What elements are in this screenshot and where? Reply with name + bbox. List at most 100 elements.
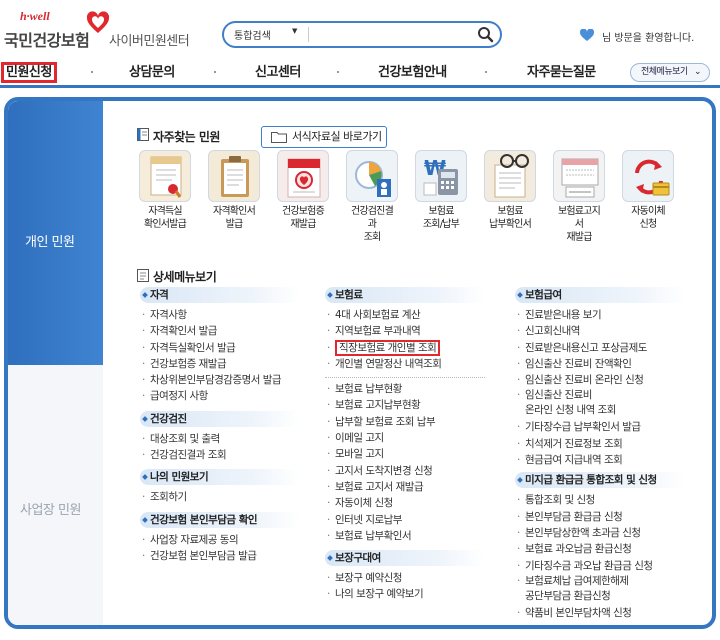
menu-link[interactable]: 자격사항 <box>140 307 300 323</box>
menu-link[interactable]: 진료받은내용신고 포상금제도 <box>515 340 685 356</box>
favorite-item[interactable]: 자격확인서 발급 <box>208 150 260 231</box>
menu-link[interactable]: 대상조회 및 출력 <box>140 431 300 447</box>
folder-icon <box>271 132 287 143</box>
form-library-button[interactable]: 서식자료실 바로가기 <box>261 126 387 148</box>
menu-link[interactable]: 개인별 연말정산 내역조회 <box>325 356 485 372</box>
favorite-item[interactable]: ₩ 보험료 조회/납부 <box>415 150 467 231</box>
menu-link[interactable]: 4대 사회보험료 계산 <box>325 307 485 323</box>
category-qualification[interactable]: 자격 <box>140 287 300 303</box>
main-navigation: 민원신청 상담문의 신고센터 건강보험안내 자주묻는질문 전체메뉴보기 ⌄ <box>0 58 720 88</box>
heart-logo-icon[interactable] <box>86 11 110 35</box>
document-icon <box>137 269 149 282</box>
insurance-card-icon <box>277 150 329 202</box>
main-content: 자주찾는 민원 서식자료실 바로가기 자격득실 확인서발급 자격확인서 발급 건… <box>103 101 712 625</box>
menu-link-highlighted[interactable]: 직장보험료 개인별 조회 <box>325 339 485 356</box>
menu-link[interactable]: 보험료 고지서 재발급 <box>325 479 485 495</box>
menu-link[interactable]: 진료받은내용 보기 <box>515 307 685 323</box>
category-device-rental[interactable]: 보장구대여 <box>325 550 485 567</box>
logo-title[interactable]: 국민건강보험 <box>4 27 90 51</box>
tab-business-civil[interactable]: 사업장 민원 <box>8 365 103 625</box>
menu-link[interactable]: 나의 보장구 예약보기 <box>325 586 485 602</box>
chevron-down-icon: ⌄ <box>693 67 702 77</box>
menu-link[interactable]: 보험료 납부현황 <box>325 381 485 397</box>
nav-item-consultation[interactable]: 상담문의 <box>129 62 175 83</box>
menu-link[interactable]: 약품비 본인부담차액 신청 <box>515 605 685 621</box>
menu-link[interactable]: 사업장 자료제공 동의 <box>140 532 300 548</box>
category-copay[interactable]: 건강보험 본인부담금 확인 <box>140 511 300 528</box>
bill-notice-icon <box>553 150 605 202</box>
menu-link[interactable]: 건강보험증 재발급 <box>140 356 300 372</box>
menu-link[interactable]: 본인부담금 환급금 신청 <box>515 509 685 525</box>
welcome-message: 님 방문을 환영합니다. <box>602 33 695 44</box>
menu-link[interactable]: 본인부담상한액 초과금 신청 <box>515 525 685 541</box>
favorite-item[interactable]: 보험료고지 서 재발급 <box>553 150 605 244</box>
logo-hwell-text[interactable]: h·well <box>20 9 50 24</box>
chevron-down-icon[interactable]: ▼ <box>292 27 297 35</box>
search-divider <box>308 27 309 42</box>
search-scope-select[interactable]: 통합검색 <box>234 27 271 42</box>
favorite-item[interactable]: 자동이체 신청 <box>622 150 674 231</box>
nav-item-report-center[interactable]: 신고센터 <box>255 62 301 83</box>
document-icon <box>137 128 149 141</box>
menu-link[interactable]: 현금급여 지급내역 조회 <box>515 452 685 468</box>
menu-link[interactable]: 보험료체납 급여제한해제 공단부담금 환급신청 <box>515 574 685 605</box>
menu-link[interactable]: 임신출산 진료비 온라인 신청 내역 조회 <box>515 388 685 419</box>
menu-link[interactable]: 지역보험료 부과내역 <box>325 323 485 339</box>
auto-transfer-icon <box>622 150 674 202</box>
favorite-item-label: 보험료고지 서 재발급 <box>557 206 601 243</box>
favorite-item[interactable]: 건강검진결 과 조회 <box>346 150 398 244</box>
category-premium[interactable]: 보험료 <box>325 287 485 303</box>
menu-link[interactable]: 자격득실확인서 발급 <box>140 340 300 356</box>
menu-link[interactable]: 건강보험 본인부담금 발급 <box>140 548 300 564</box>
all-menu-label: 전체메뉴보기 <box>641 67 688 77</box>
tab-personal-label: 개인 민원 <box>25 235 75 250</box>
menu-link[interactable]: 통합조회 및 신청 <box>515 492 685 508</box>
menu-link[interactable]: 기타장수급 납부확인서 발급 <box>515 419 685 435</box>
nav-item-insurance-guide[interactable]: 건강보험안내 <box>378 62 447 83</box>
nav-separator <box>485 71 487 73</box>
menu-link[interactable]: 차상위본인부담경감증명서 발급 <box>140 372 300 388</box>
favorites-title: 자주찾는 민원 <box>153 130 220 144</box>
search-bar: 통합검색 ▼ <box>222 21 502 48</box>
menu-link[interactable]: 기타징수금 과오납 환급금 신청 <box>515 558 685 574</box>
favorite-item-label: 보험료 납부확인서 <box>488 206 532 230</box>
menu-link[interactable]: 보험료 고지납부현황 <box>325 397 485 413</box>
favorite-item[interactable]: 건강보험증 재발급 <box>277 150 329 231</box>
menu-link[interactable]: 인터넷 지로납부 <box>325 512 485 528</box>
left-tab-panel: 개인 민원 사업장 민원 <box>8 101 103 625</box>
category-refund[interactable]: 미지급 환급금 통합조회 및 신청 <box>515 472 685 489</box>
nav-item-civil-request[interactable]: 민원신청 <box>1 62 57 83</box>
menu-link[interactable]: 조회하기 <box>140 489 300 505</box>
menu-link[interactable]: 자격확인서 발급 <box>140 323 300 339</box>
category-my-civil[interactable]: 나의 민원보기 <box>140 469 300 486</box>
content-frame: 개인 민원 사업장 민원 자주찾는 민원 서식자료실 바로가기 자격득실 확인서… <box>4 97 716 629</box>
search-input[interactable] <box>314 25 470 44</box>
menu-link[interactable]: 모바일 고지 <box>325 446 485 462</box>
favorite-item[interactable]: 보험료 납부확인서 <box>484 150 536 231</box>
category-benefit[interactable]: 보험급여 <box>515 287 685 303</box>
menu-link[interactable]: 건강검진결과 조회 <box>140 447 300 463</box>
nav-separator <box>214 71 216 73</box>
menu-link[interactable]: 이메일 고지 <box>325 430 485 446</box>
menu-link[interactable]: 임신출산 진료비 잔액확인 <box>515 356 685 372</box>
menu-link[interactable]: 임신출산 진료비 온라인 신청 <box>515 372 685 388</box>
clipboard-icon <box>208 150 260 202</box>
menu-link[interactable]: 신고회신내역 <box>515 323 685 339</box>
favorite-item[interactable]: 자격득실 확인서발급 <box>139 150 191 231</box>
menu-link[interactable]: 보험료 과오납금 환급신청 <box>515 541 685 557</box>
detail-column-1: 자격 자격사항 자격확인서 발급 자격득실확인서 발급 건강보험증 재발급 차상… <box>140 287 300 564</box>
menu-link[interactable]: 보장구 예약신청 <box>325 570 485 586</box>
menu-link[interactable]: 자동이체 신청 <box>325 495 485 511</box>
menu-link[interactable]: 고지서 도착지변경 신청 <box>325 463 485 479</box>
menu-link-label: 직장보험료 개인별 조회 <box>335 339 441 356</box>
tab-personal-civil[interactable]: 개인 민원 <box>8 101 103 365</box>
all-menu-button[interactable]: 전체메뉴보기 ⌄ <box>630 63 710 82</box>
search-icon[interactable] <box>476 25 496 44</box>
menu-link[interactable]: 납부할 보험료 조회 납부 <box>325 414 485 430</box>
favorite-item-label: 자격득실 확인서발급 <box>143 206 187 230</box>
nav-item-faq[interactable]: 자주묻는질문 <box>527 62 596 83</box>
menu-link[interactable]: 급여정지 사항 <box>140 388 300 404</box>
menu-link[interactable]: 치석제거 진료정보 조회 <box>515 436 685 452</box>
menu-link[interactable]: 보험료 납부확인서 <box>325 528 485 544</box>
category-checkup[interactable]: 건강검진 <box>140 410 300 427</box>
